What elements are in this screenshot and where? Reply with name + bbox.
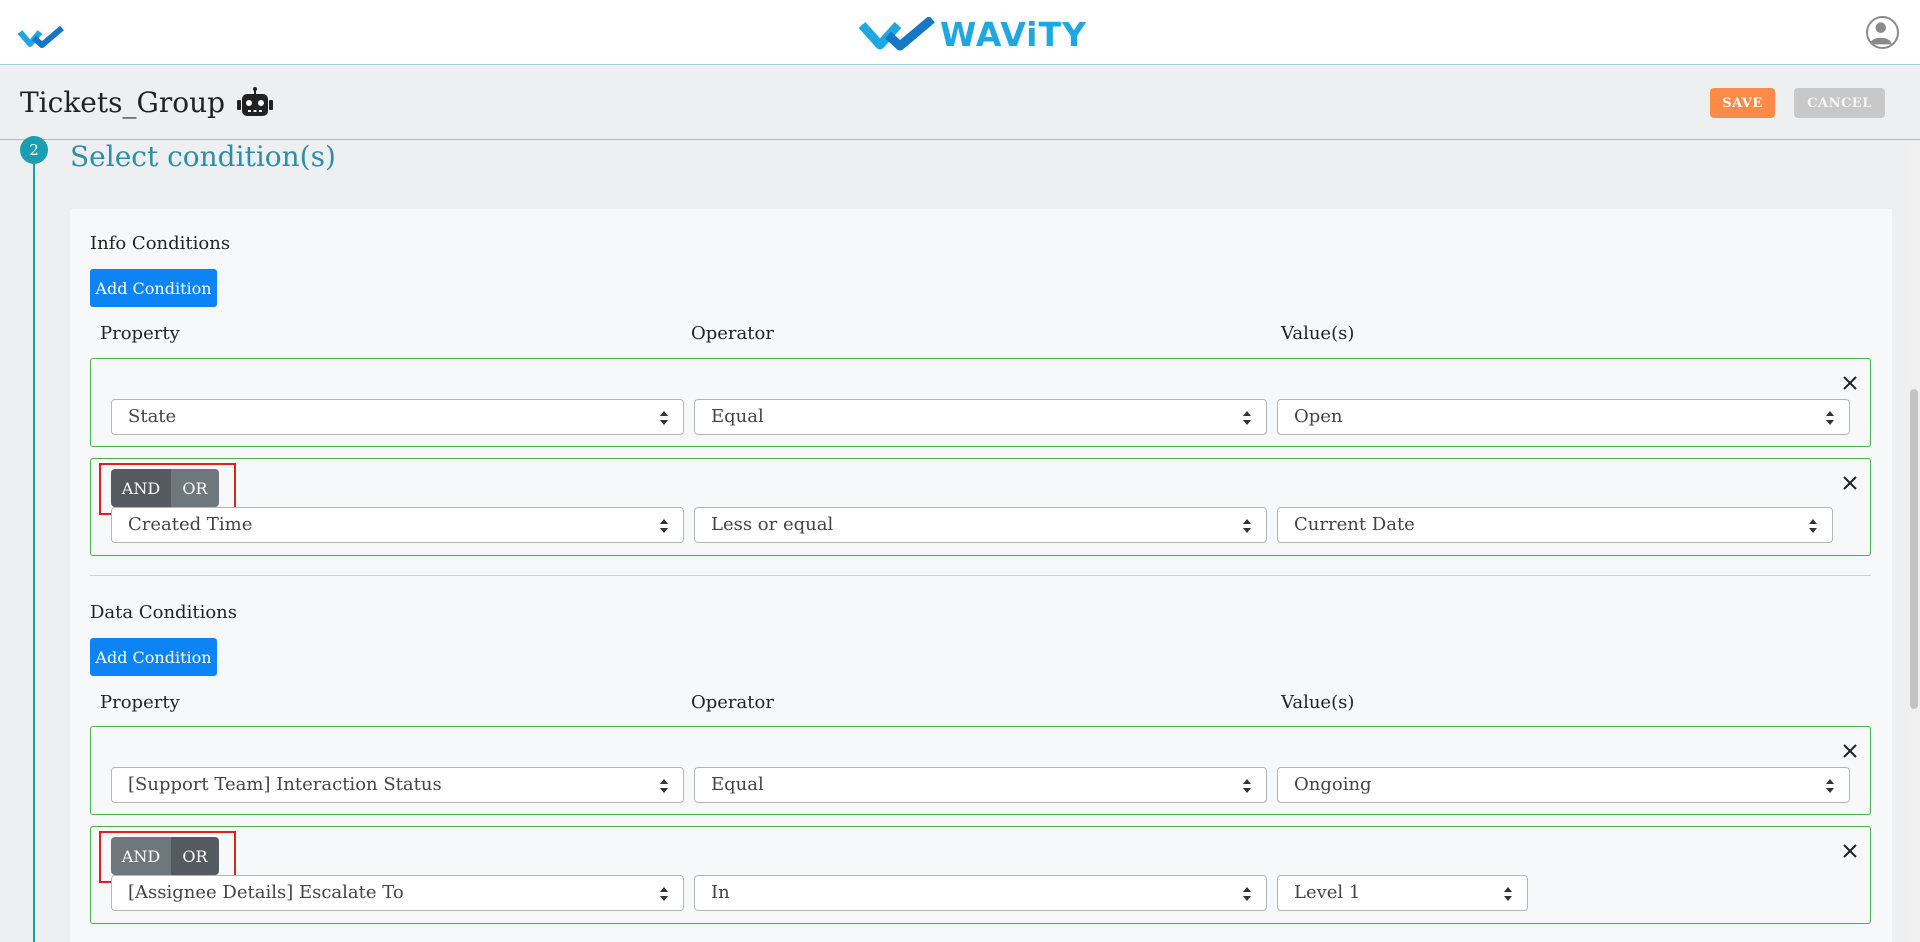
sort-arrows-icon [660, 779, 668, 793]
cancel-button[interactable]: CANCEL [1794, 88, 1885, 118]
info-col-property: Property [100, 323, 180, 344]
conditions-panel: Info Conditions Add Condition Property O… [70, 209, 1892, 942]
step-line [33, 141, 35, 942]
sort-arrows-icon [660, 411, 668, 425]
sort-arrows-icon [1243, 779, 1251, 793]
close-icon[interactable] [1840, 741, 1860, 761]
page-title-text: Tickets_Group [20, 86, 226, 119]
value-select[interactable]: Open [1277, 399, 1850, 435]
step-number-badge: 2 [20, 136, 48, 164]
page-header: Tickets_Group SAVE CANCEL [0, 66, 1920, 140]
data-conditions-label: Data Conditions [90, 602, 237, 623]
section-divider [90, 575, 1871, 576]
wavity-check-icon [858, 17, 935, 51]
user-avatar-icon[interactable] [1866, 16, 1899, 49]
value-select[interactable]: Ongoing [1277, 767, 1850, 803]
property-select[interactable]: [Assignee Details] Escalate To [111, 875, 684, 911]
robot-icon [237, 86, 274, 116]
sort-arrows-icon [1243, 887, 1251, 901]
operator-select[interactable]: Equal [694, 399, 1267, 435]
brand-logo: WAViTY [858, 14, 1087, 54]
value-select[interactable]: Current Date [1277, 507, 1833, 543]
sort-arrows-icon [1243, 411, 1251, 425]
property-select[interactable]: Created Time [111, 507, 684, 543]
sort-arrows-icon [1243, 519, 1251, 533]
data-col-property: Property [100, 692, 180, 713]
close-icon[interactable] [1840, 473, 1860, 493]
info-conditions-label: Info Conditions [90, 233, 231, 254]
sort-arrows-icon [1504, 887, 1512, 901]
scrollbar-thumb[interactable] [1910, 389, 1918, 709]
add-info-condition-button[interactable]: Add Condition [90, 269, 217, 307]
sort-arrows-icon [1826, 779, 1834, 793]
page-title: Tickets_Group [20, 86, 274, 119]
info-condition-row-2: AND OR Created Time Less or equal Curren… [90, 458, 1871, 556]
value-select[interactable]: Level 1 [1277, 875, 1528, 911]
info-col-values: Value(s) [1281, 323, 1355, 344]
close-icon[interactable] [1840, 373, 1860, 393]
step-title: Select condition(s) [70, 140, 336, 173]
data-condition-row-2: AND OR [Assignee Details] Escalate To In… [90, 826, 1871, 924]
operator-select[interactable]: Less or equal [694, 507, 1267, 543]
operator-select[interactable]: Equal [694, 767, 1267, 803]
data-col-values: Value(s) [1281, 692, 1355, 713]
data-condition-row-1: [Support Team] Interaction Status Equal … [90, 726, 1871, 815]
sort-arrows-icon [660, 887, 668, 901]
info-col-operator: Operator [691, 323, 774, 344]
data-col-operator: Operator [691, 692, 774, 713]
sort-arrows-icon [1826, 411, 1834, 425]
save-button[interactable]: SAVE [1710, 88, 1775, 118]
add-data-condition-button[interactable]: Add Condition [90, 638, 217, 676]
vertical-scrollbar[interactable] [1908, 141, 1920, 942]
property-select[interactable]: State [111, 399, 684, 435]
top-bar: WAViTY [0, 0, 1920, 65]
brand-name: WAViTY [940, 14, 1087, 54]
close-icon[interactable] [1840, 841, 1860, 861]
sort-arrows-icon [1809, 519, 1817, 533]
wavity-check-icon[interactable] [18, 24, 70, 48]
sort-arrows-icon [660, 519, 668, 533]
operator-select[interactable]: In [694, 875, 1267, 911]
info-condition-row-1: State Equal Open [90, 358, 1871, 447]
property-select[interactable]: [Support Team] Interaction Status [111, 767, 684, 803]
